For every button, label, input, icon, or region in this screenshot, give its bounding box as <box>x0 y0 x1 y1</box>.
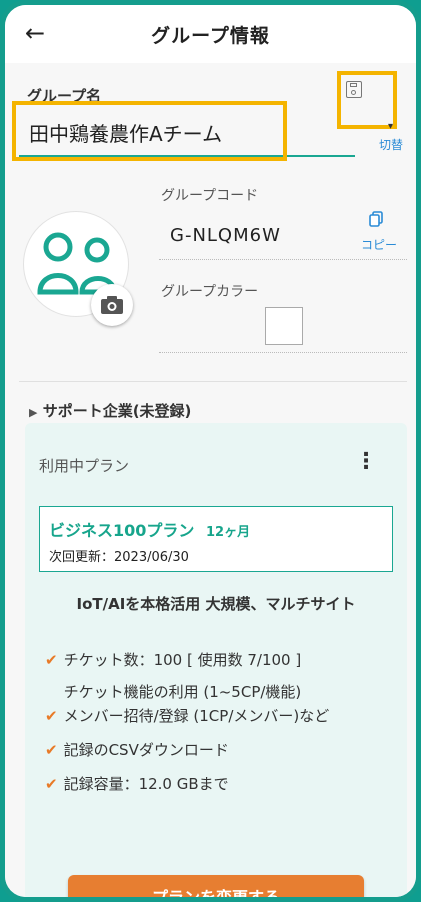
check-icon: ✔ <box>45 651 58 669</box>
plan-feature: ✔ チケット数：100 [ 使用数 7/100 ] <box>45 651 302 669</box>
check-icon: ✔ <box>45 741 58 759</box>
plan-name: ビジネス100プラン 12ヶ月 <box>49 517 250 541</box>
plan-heading: 利用中プラン <box>39 457 130 475</box>
switch-button[interactable]: 切替 <box>379 136 403 153</box>
switch-caret-icon: ▾ <box>388 121 394 132</box>
section-divider <box>19 381 407 382</box>
caret-right-icon: ▶ <box>29 406 38 419</box>
copy-button[interactable]: コピー <box>361 236 397 253</box>
plan-summary-box: ビジネス100プラン 12ヶ月 次回更新：2023/06/30 <box>39 506 393 572</box>
group-color-underline <box>159 352 407 353</box>
page-title: グループ情報 <box>151 25 270 47</box>
plan-name-text: ビジネス100プラン <box>49 521 195 540</box>
plan-feature: ✔ 記録のCSVダウンロード <box>45 741 229 759</box>
plan-description: IoT/AIを本格活用 大規模、マルチサイト <box>76 595 356 613</box>
plan-renewal-date: 次回更新：2023/06/30 <box>49 550 189 565</box>
plan-feature: ✔ 記録容量：12.0 GBまで <box>45 775 229 793</box>
camera-icon <box>101 296 123 314</box>
plan-feature: ✔チケット機能の利用 (1~5CP/機能) <box>63 683 302 701</box>
group-code-underline <box>159 259 407 260</box>
check-icon: ✔ <box>45 775 58 793</box>
more-options-icon[interactable]: ⋮ <box>355 449 377 474</box>
app-frame: ← グループ情報 グループ名 田中鶏養農作Aチーム ▾ 切替 グループコード G… <box>0 0 421 902</box>
group-color-swatch[interactable] <box>265 307 303 345</box>
camera-button[interactable] <box>91 284 133 326</box>
check-icon: ✔ <box>45 707 58 725</box>
plan-feature: ✔ メンバー招待/登録 (1CP/メンバー)など <box>45 707 330 725</box>
group-name-highlight <box>12 101 287 161</box>
group-color-label: グループカラー <box>161 284 259 300</box>
app-header: ← グループ情報 <box>5 5 416 63</box>
plan-term: 12ヶ月 <box>205 525 251 540</box>
group-code-value: G-NLQM6W <box>170 225 281 246</box>
group-info-content: グループ名 田中鶏養農作Aチーム ▾ 切替 グループコード G-NLQM6W コ… <box>5 63 416 897</box>
group-code-label: グループコード <box>161 188 259 204</box>
copy-icon[interactable] <box>369 211 383 227</box>
change-plan-button[interactable]: プランを変更する <box>68 875 364 897</box>
support-company-label: サポート企業(未登録) <box>42 402 192 420</box>
support-company-toggle[interactable]: ▶ サポート企業(未登録) <box>29 400 191 421</box>
current-plan-card: 利用中プラン ⋮ ビジネス100プラン 12ヶ月 次回更新：2023/06/30… <box>25 423 407 897</box>
scrollbar[interactable] <box>417 161 420 607</box>
